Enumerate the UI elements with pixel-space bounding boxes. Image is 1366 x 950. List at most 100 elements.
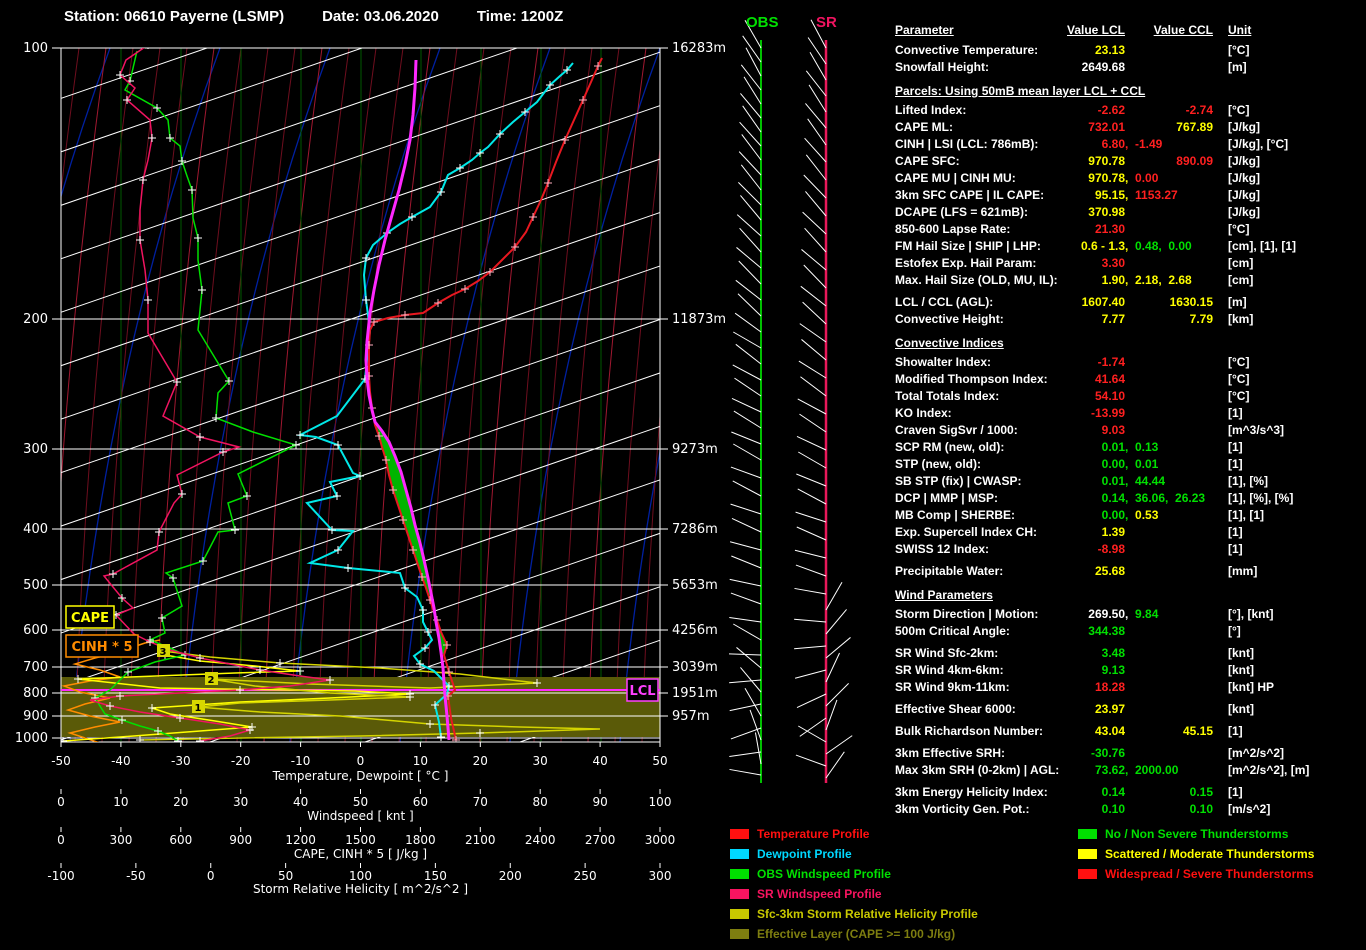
value-segment: 0.10 — [1101, 802, 1125, 816]
value-segment: 3.48 — [1101, 646, 1125, 660]
unit-label: [1] — [1228, 525, 1243, 539]
unit-label: [J/kg] — [1228, 154, 1261, 168]
value-segment: 9.84 — [1135, 607, 1159, 621]
table-row: 850-600 Lapse Rate: 21.30 [°C] — [895, 221, 1360, 238]
table-row: CAPE SFC: 970.78 890.09 [J/kg] — [895, 153, 1360, 170]
svg-text:40: 40 — [592, 754, 607, 768]
svg-text:20: 20 — [173, 795, 188, 809]
value-lcl: 732.01 — [895, 119, 1125, 136]
value-lcl: 18.28 — [895, 679, 1125, 696]
value-ccl: 45.15 — [1125, 723, 1213, 740]
table-row: SR Wind Sfc-2km: 3.48 [knt] — [895, 645, 1360, 662]
svg-text:80: 80 — [533, 795, 548, 809]
svg-text:Temperature, Dewpoint [ °C ]: Temperature, Dewpoint [ °C ] — [272, 769, 449, 783]
unit-label: [m/s^2] — [1228, 802, 1271, 816]
svg-text:400: 400 — [23, 522, 48, 537]
svg-text:7286m: 7286m — [672, 522, 718, 537]
svg-text:-50: -50 — [51, 754, 71, 768]
table-row: SR Wind 4km-6km: 9.13 [knt] — [895, 662, 1360, 679]
unit-label: [°C] — [1228, 355, 1250, 369]
value-segment: 0.00 — [1101, 508, 1125, 522]
value-segment: , 2.18, 2.68 — [1125, 273, 1192, 287]
x-axis-0: -50 -40 -30 -20 -10 0 10 20 30 40 50 Temperature, D… — [51, 742, 668, 783]
unit-label: [1] — [1228, 785, 1243, 799]
svg-text:957m: 957m — [672, 709, 709, 724]
svg-text:150: 150 — [424, 869, 447, 883]
value-lcl: -1.74 — [895, 354, 1125, 371]
section-heading: Convective Indices — [895, 336, 1004, 350]
unit-label: [m^2/s^2] — [1228, 746, 1285, 760]
svg-text:60: 60 — [413, 795, 428, 809]
value-ccl: 890.09 — [1125, 153, 1213, 170]
value-lcl: 54.10 — [895, 388, 1125, 405]
unit-label: [1] — [1228, 724, 1243, 738]
value-lcl: 1607.40 — [895, 294, 1125, 311]
value-lcl: 7.77 — [895, 311, 1125, 328]
unit-label: [J/kg] — [1228, 205, 1261, 219]
svg-text:30: 30 — [233, 795, 248, 809]
column-header-1: Value LCL — [1066, 23, 1125, 37]
value-segment: , 0.01 — [1125, 457, 1159, 471]
svg-text:30: 30 — [533, 754, 548, 768]
svg-text:-100: -100 — [47, 869, 74, 883]
table-row: Max. Hail Size (OLD, MU, IL): 1.90, 2.18,… — [895, 272, 1360, 289]
svg-text:800: 800 — [23, 686, 48, 701]
value-extra: , 0.00 — [1125, 170, 1158, 187]
value-lcl: 0.01 — [895, 473, 1125, 490]
svg-text:CAPE: CAPE — [71, 611, 109, 626]
legend-swatch-icon — [730, 889, 749, 899]
value-lcl: 0.00 — [895, 507, 1125, 524]
sr-wind-barbs — [794, 19, 853, 783]
unit-label: [m] — [1228, 60, 1247, 74]
svg-text:2700: 2700 — [585, 833, 616, 847]
unit-label: [m^2/s^2], [m] — [1228, 763, 1310, 777]
unit-label: [knt] — [1228, 646, 1254, 660]
svg-text:1800: 1800 — [405, 833, 436, 847]
svg-text:250: 250 — [574, 869, 597, 883]
table-row: STP (new, old): 0.00, 0.01 [1] — [895, 456, 1360, 473]
legend-swatch-icon — [730, 929, 749, 939]
value-segment: , 36.06, 26.23 — [1125, 491, 1206, 505]
value-segment: 95.15 — [1094, 188, 1125, 202]
table-row: Modified Thompson Index: 41.64 [°C] — [895, 371, 1360, 388]
svg-text:50: 50 — [353, 795, 368, 809]
value-extra: , 2000.00 — [1125, 762, 1178, 779]
unit-label: [°], [knt] — [1228, 607, 1274, 621]
svg-text:1: 1 — [195, 703, 202, 714]
profile-legend: Temperature Profile Dewpoint Profile OBS W… — [730, 824, 978, 944]
value-lcl: -8.98 — [895, 541, 1125, 558]
value-segment: 43.04 — [1094, 724, 1125, 738]
unit-label: [J/kg] — [1228, 120, 1261, 134]
value-lcl: 2649.68 — [895, 59, 1125, 76]
value-segment: 970.78 — [1088, 154, 1125, 168]
svg-text:40: 40 — [293, 795, 308, 809]
value-segment: 0.10 — [1189, 802, 1213, 816]
value-lcl: -2.62 — [895, 102, 1125, 119]
time-label: Time: 1200Z — [476, 8, 564, 25]
table-row: Estofex Exp. Hail Param: 3.30 [cm] — [895, 255, 1360, 272]
legend-label: Widespread / Severe Thunderstorms — [1105, 867, 1314, 881]
value-segment: 54.10 — [1094, 389, 1125, 403]
value-segment: 970.78 — [1088, 171, 1125, 185]
svg-text:100: 100 — [23, 41, 48, 56]
value-segment: , — [1125, 188, 1136, 202]
svg-text:-50: -50 — [126, 869, 146, 883]
svg-text:10: 10 — [113, 795, 128, 809]
value-lcl: 1.90 — [895, 272, 1125, 289]
value-extra: , 0.48, 0.00 — [1125, 238, 1192, 255]
value-lcl: 0.14 — [895, 784, 1125, 801]
table-row: Craven SigSvr / 1000: 9.03 [m^3/s^3] — [895, 422, 1360, 439]
value-segment: 0.00 — [1101, 457, 1125, 471]
svg-text:Storm Relative Helicity [ m^2: Storm Relative Helicity [ m^2/s^2 ] — [253, 882, 468, 896]
unit-label: [1] — [1228, 440, 1243, 454]
table-row: 500m Critical Angle: 344.38 [°] — [895, 623, 1360, 640]
value-lcl: 0.6 - 1.3 — [895, 238, 1125, 255]
svg-text:300: 300 — [649, 869, 672, 883]
value-segment: 18.28 — [1094, 680, 1125, 694]
severity-legend-item: No / Non Severe Thunderstorms — [1078, 824, 1314, 844]
legend-swatch-icon — [730, 869, 749, 879]
svg-text:LCL: LCL — [629, 684, 655, 699]
value-segment: 0.14 — [1101, 785, 1125, 799]
value-segment: , -1.49 — [1125, 137, 1163, 151]
value-extra: , 2.18, 2.68 — [1125, 272, 1192, 289]
